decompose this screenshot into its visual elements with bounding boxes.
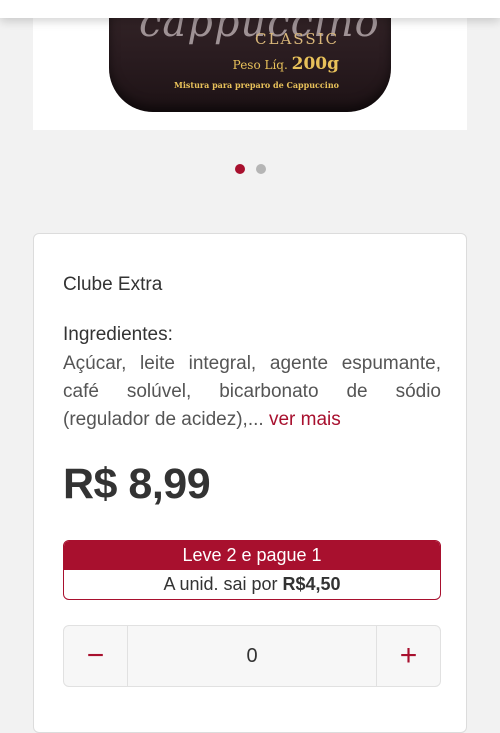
brand-label: Clube Extra (63, 274, 163, 295)
promo-unit-prefix: A unid. sai por (163, 574, 278, 594)
product-card: Clube Extra Ingredientes: Açúcar, leite … (33, 233, 467, 733)
carousel-dot-2[interactable] (255, 164, 266, 174)
promo-unit-price: A unid. sai por R$4,50 (64, 570, 440, 599)
see-more-link[interactable]: ver mais (269, 409, 341, 430)
increase-quantity-button[interactable]: + (376, 626, 440, 686)
jar-mix-text: Mistura para preparo de Cappuccino (173, 80, 339, 90)
quantity-value[interactable]: 0 (128, 626, 376, 686)
top-bar (0, 0, 500, 18)
jar-classic-text: CLASSIC (255, 30, 339, 48)
jar-weight-label: Peso Líq. (232, 58, 288, 72)
carousel-dot-1[interactable] (234, 164, 245, 174)
carousel-dots (0, 164, 500, 174)
decrease-quantity-button[interactable]: − (64, 626, 128, 686)
jar-weight: Peso Líq. 200g (233, 54, 339, 74)
ingredients-title: Ingredientes: (63, 324, 173, 345)
promo-headline: Leve 2 e pague 1 (64, 541, 440, 570)
jar-weight-value: 200g (291, 54, 339, 74)
ingredients-text: Açúcar, leite integral, agente espumante… (63, 350, 441, 434)
promo-box: Leve 2 e pague 1 A unid. sai por R$4,50 (63, 540, 441, 600)
price: R$ 8,99 (63, 460, 211, 508)
promo-unit-value: R$4,50 (282, 574, 341, 594)
product-image[interactable]: cappuccino CLASSIC Peso Líq. 200g Mistur… (33, 0, 467, 130)
ingredients-body: Açúcar, leite integral, agente espumante… (63, 353, 441, 430)
quantity-stepper: − 0 + (63, 625, 441, 687)
